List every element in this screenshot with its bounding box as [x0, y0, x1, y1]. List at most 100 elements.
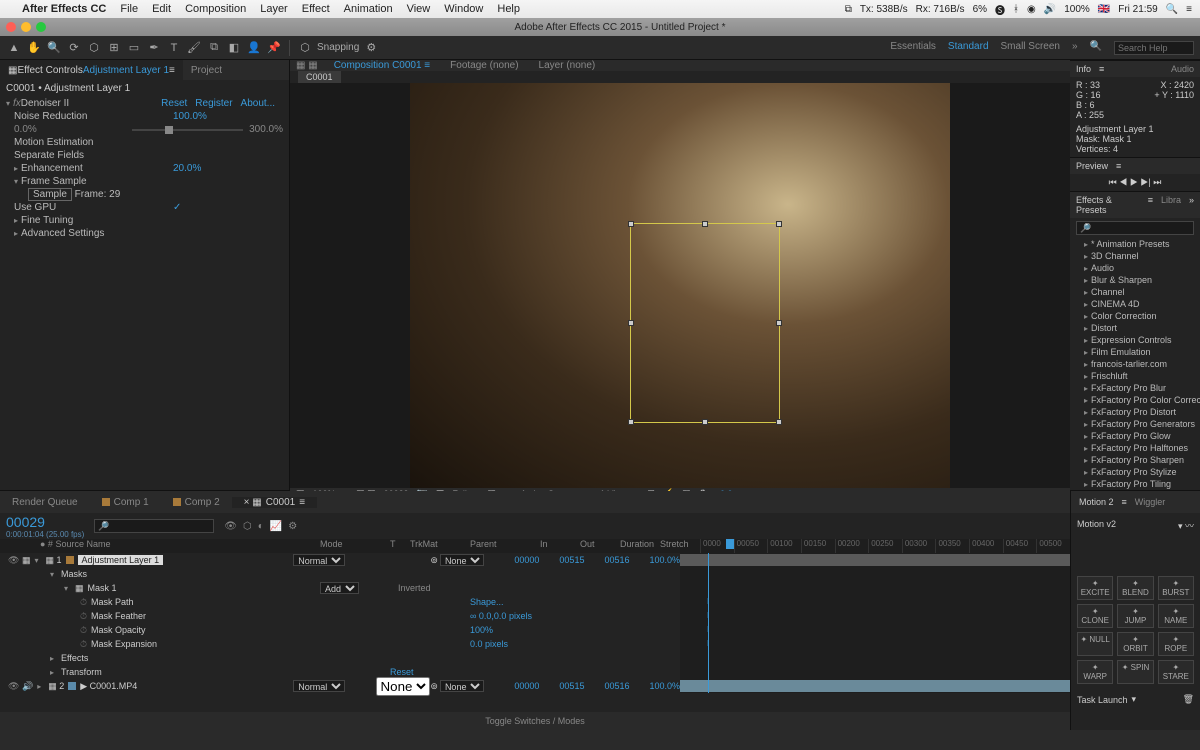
eraser-tool-icon[interactable]: ◧ [226, 40, 242, 56]
preset-category[interactable]: Color Correction [1070, 310, 1200, 322]
mask-handle[interactable] [702, 221, 708, 227]
preview-prev-icon[interactable]: ◀ [1119, 177, 1127, 187]
ec-prop-value[interactable]: 100.0% [173, 111, 283, 122]
visibility-icon[interactable]: 👁 [8, 555, 18, 565]
search-help-input[interactable] [1114, 41, 1194, 55]
fx-about-link[interactable]: About... [241, 98, 275, 109]
mask-handle[interactable] [628, 320, 634, 326]
mask-handle[interactable] [776, 221, 782, 227]
hand-tool-icon[interactable]: ✋ [26, 40, 42, 56]
zoom-button[interactable] [36, 22, 46, 32]
comp-subtab[interactable]: C0001 [298, 71, 341, 83]
preset-category[interactable]: CINEMA 4D [1070, 298, 1200, 310]
ec-prop-label[interactable]: Enhancement [21, 163, 173, 174]
preset-category[interactable]: FxFactory Pro Generators [1070, 418, 1200, 430]
ec-prop-label[interactable]: Separate Fields [14, 150, 173, 161]
tab-wiggler[interactable]: Wiggler [1127, 497, 1174, 507]
layer-name[interactable]: Adjustment Layer 1 [78, 555, 164, 565]
stopwatch-icon[interactable]: ⏱ [80, 597, 87, 608]
preset-category[interactable]: Film Emulation [1070, 346, 1200, 358]
mask-handle[interactable] [776, 419, 782, 425]
menu-layer[interactable]: Layer [260, 3, 288, 15]
zoom-tool-icon[interactable]: 🔍 [46, 40, 62, 56]
puppet-tool-icon[interactable]: 📌 [266, 40, 282, 56]
anchor-tool-icon[interactable]: ⊞ [106, 40, 122, 56]
mask-prop-value[interactable]: 0.0 pixels [470, 639, 508, 649]
menubar-dropbox-icon[interactable]: ⧉ [845, 4, 852, 15]
ec-prop-label[interactable]: Advanced Settings [21, 228, 173, 239]
preset-category[interactable]: FxFactory Pro Blur [1070, 382, 1200, 394]
blend-mode-select[interactable]: Normal [293, 554, 345, 566]
disclosure-icon[interactable] [64, 583, 71, 593]
tab-comp1[interactable]: Comp 1 [90, 497, 161, 508]
mask-handle[interactable] [776, 320, 782, 326]
mask-prop-value[interactable]: ∞ 0.0,0.0 pixels [470, 611, 532, 621]
tab-info[interactable]: Info [1076, 64, 1091, 74]
tl-graph-icon[interactable]: 📈 [270, 521, 282, 532]
disclosure-icon[interactable] [14, 163, 21, 174]
tl-shy-icon[interactable]: 👁 [224, 521, 237, 532]
menu-animation[interactable]: Animation [344, 3, 393, 15]
motion-blend-button[interactable]: ✦ BLEND [1117, 576, 1153, 600]
preset-category[interactable]: Audio [1070, 262, 1200, 274]
menubar-clock[interactable]: Fri 21:59 [1118, 4, 1157, 15]
app-name[interactable]: After Effects CC [22, 3, 106, 15]
menu-window[interactable]: Window [444, 3, 483, 15]
preset-category[interactable]: FxFactory Pro Sharpen [1070, 454, 1200, 466]
camera-tool-icon[interactable]: ⬡ [86, 40, 102, 56]
tab-project[interactable]: Project [183, 60, 230, 80]
ec-prop-value[interactable]: 20.0% [173, 163, 283, 174]
pen-tool-icon[interactable]: ✒ [146, 40, 162, 56]
snap-opts-icon[interactable]: ⚙ [363, 40, 379, 56]
menu-effect[interactable]: Effect [302, 3, 330, 15]
rotate-tool-icon[interactable]: ⟳ [66, 40, 82, 56]
disclosure-icon[interactable] [14, 176, 21, 187]
tab-composition[interactable]: Composition C0001 ≡ [324, 60, 440, 71]
tl-fx-icon[interactable]: ⬡ [243, 521, 252, 532]
stopwatch-icon[interactable]: ⏱ [80, 639, 87, 650]
motion-rope-button[interactable]: ✦ ROPE [1158, 632, 1194, 656]
tab-preview[interactable]: Preview [1076, 161, 1108, 171]
preset-category[interactable]: FxFactory Pro Color Correction [1070, 394, 1200, 406]
motion-burst-button[interactable]: ✦ BURST [1158, 576, 1194, 600]
tab-c0001[interactable]: × ▦ C0001 ≡ [232, 497, 317, 508]
menu-file[interactable]: File [120, 3, 138, 15]
mask-handle[interactable] [628, 221, 634, 227]
workspace-more-icon[interactable]: » [1072, 41, 1078, 55]
motion-clone-button[interactable]: ✦ CLONE [1077, 604, 1113, 628]
clone-tool-icon[interactable]: ⧉ [206, 40, 222, 56]
disclosure-icon[interactable] [50, 653, 57, 663]
tab-effect-controls[interactable]: ▦ Effect Controls Adjustment Layer 1 ≡ [0, 60, 183, 80]
motion-orbit-button[interactable]: ✦ ORBIT [1117, 632, 1153, 656]
tab-effects-presets[interactable]: Effects & Presets [1076, 195, 1140, 215]
mask-prop-label[interactable]: Mask Expansion [91, 639, 157, 649]
timeline-search-input[interactable] [94, 519, 214, 533]
preset-category[interactable]: FxFactory Pro Halftones [1070, 442, 1200, 454]
menubar-skype-icon[interactable]: 🅢 [995, 2, 1005, 17]
layer-name[interactable]: ▶ C0001.MP4 [80, 681, 137, 692]
minimize-button[interactable] [21, 22, 31, 32]
mask-bounding-box[interactable] [630, 223, 780, 423]
trkmat-select[interactable]: None [376, 677, 430, 696]
close-button[interactable] [6, 22, 16, 32]
mask-prop-label[interactable]: Mask Opacity [91, 625, 146, 635]
menubar-flag[interactable]: 🇬🇧 [1098, 4, 1110, 15]
preset-category[interactable]: Frischluft [1070, 370, 1200, 382]
tab-layer[interactable]: Layer (none) [529, 60, 606, 71]
motion-name-button[interactable]: ✦ NAME [1158, 604, 1194, 628]
shape-tool-icon[interactable]: ▭ [126, 40, 142, 56]
layer-disclosure-icon[interactable] [37, 681, 44, 691]
preset-category[interactable]: FxFactory Pro Glow [1070, 430, 1200, 442]
mask-prop-value[interactable]: Shape... [470, 597, 504, 607]
menubar-volume-icon[interactable]: 🔊 [1044, 4, 1056, 15]
task-delete-icon[interactable]: 🗑 [1183, 694, 1194, 705]
menu-view[interactable]: View [407, 3, 431, 15]
fx-reset-link[interactable]: Reset [161, 98, 187, 109]
mask-prop-label[interactable]: Mask Feather [91, 611, 146, 621]
disclosure-icon[interactable] [50, 569, 57, 579]
selection-tool-icon[interactable]: ▲ [6, 40, 22, 56]
tl-draft-icon[interactable]: ⚙ [288, 521, 297, 532]
brush-tool-icon[interactable]: 🖌 [186, 40, 202, 56]
snap-icon[interactable]: ⬡ [297, 40, 313, 56]
preview-next-icon[interactable]: ▶| [1140, 177, 1150, 187]
